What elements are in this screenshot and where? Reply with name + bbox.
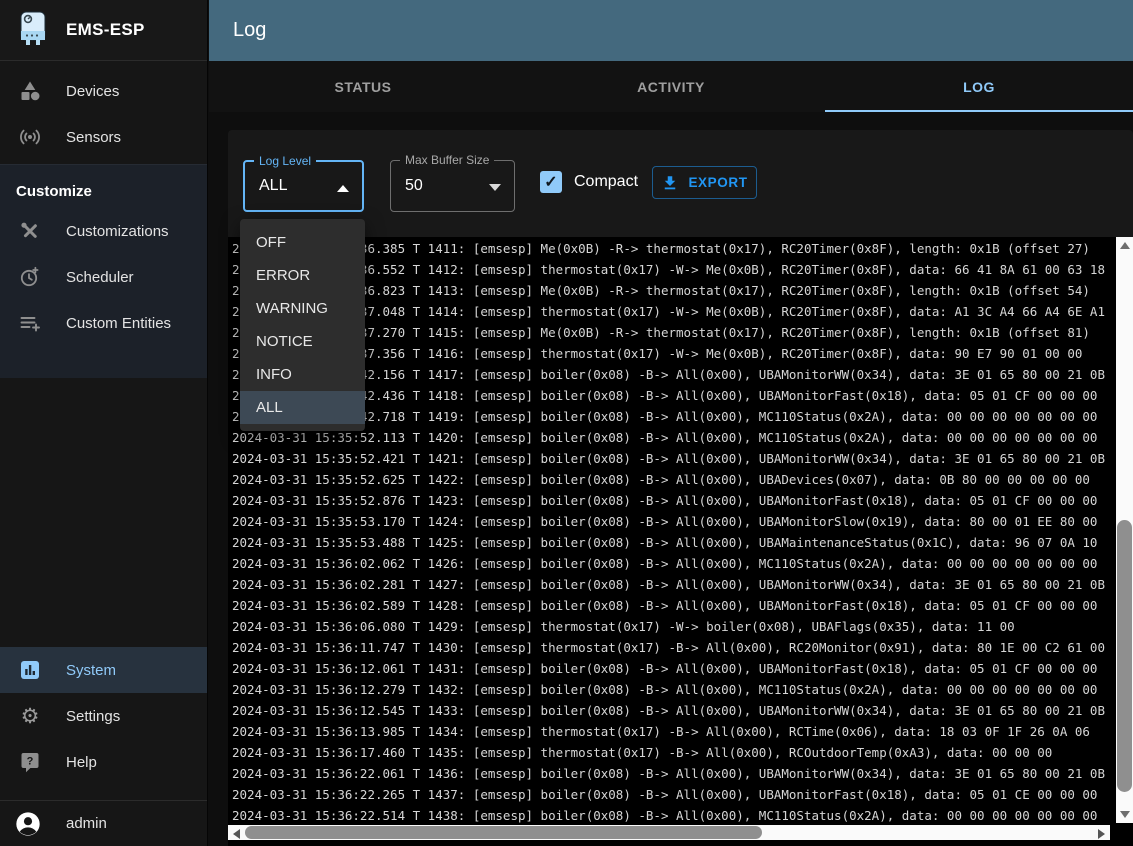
sidebar-item-system[interactable]: System [0, 647, 207, 693]
log-line: 2024-03-31 15:35:52.113 T 1420: [emsesp]… [232, 427, 1116, 448]
app-title: EMS-ESP [66, 20, 145, 40]
max-buffer-size-value: 50 [405, 161, 423, 211]
log-line: 2024-03-31 15:35:52.421 T 1421: [emsesp]… [232, 448, 1116, 469]
scroll-up-arrow[interactable] [1120, 242, 1130, 249]
scroll-down-arrow[interactable] [1120, 811, 1130, 818]
page-title: Log [233, 19, 266, 42]
sidebar-item-sensors[interactable]: Sensors [0, 114, 207, 160]
log-line: 2024-03-31 15:35:52.625 T 1422: [emsesp]… [232, 469, 1116, 490]
menu-item-warning[interactable]: WARNING [240, 292, 365, 325]
sidebar-item-custom-entities[interactable]: Custom Entities [0, 300, 207, 346]
log-line: 2024-03-31 15:36:02.281 T 1427: [emsesp]… [232, 574, 1116, 595]
gear-icon: ⚙ [18, 704, 42, 728]
menu-item-all[interactable]: ALL [240, 391, 365, 424]
chevron-down-icon [489, 184, 501, 191]
scroll-left-arrow[interactable] [233, 829, 240, 839]
vertical-scrollbar-thumb[interactable] [1117, 520, 1132, 792]
devices-icon [18, 79, 42, 103]
log-line: 2024-03-31 15:36:02.062 T 1426: [emsesp]… [232, 553, 1116, 574]
list-add-icon [18, 311, 42, 335]
max-buffer-size-select[interactable]: Max Buffer Size 50 [390, 160, 515, 212]
log-line: 2024-03-31 15:36:22.265 T 1437: [emsesp]… [232, 784, 1116, 805]
menu-item-notice[interactable]: NOTICE [240, 325, 365, 358]
boiler-logo-icon [16, 10, 50, 50]
log-line: 2024-03-31 15:35:53.170 T 1424: [emsesp]… [232, 511, 1116, 532]
username: admin [66, 815, 107, 832]
log-level-select[interactable]: Log Level ALL [243, 160, 364, 212]
sidebar-customize-section: Customize Customizations Scheduler [0, 164, 207, 378]
account-circle-icon [14, 810, 42, 838]
sidebar-item-label: Custom Entities [66, 315, 171, 332]
svg-text:?: ? [27, 756, 34, 768]
active-tab-indicator [825, 110, 1133, 112]
tab-bar: STATUS ACTIVITY LOG [209, 61, 1133, 112]
sidebar-item-label: Customizations [66, 223, 169, 240]
log-level-value: ALL [259, 162, 287, 210]
log-level-menu: OFF ERROR WARNING NOTICE INFO ALL [240, 219, 365, 431]
sensors-icon [18, 125, 42, 149]
sidebar-item-label: Scheduler [66, 269, 134, 286]
log-line: 2024-03-31 15:35:52.876 T 1423: [emsesp]… [232, 490, 1116, 511]
tools-icon [18, 219, 42, 243]
clock-plus-icon [18, 265, 42, 289]
menu-item-error[interactable]: ERROR [240, 259, 365, 292]
export-button[interactable]: EXPORT [652, 166, 757, 199]
chevron-up-icon [337, 185, 349, 192]
sidebar: EMS-ESP Devices [0, 0, 208, 846]
log-line: 2024-03-31 15:36:12.061 T 1431: [emsesp]… [232, 658, 1116, 679]
menu-item-off[interactable]: OFF [240, 226, 365, 259]
horizontal-scrollbar-thumb[interactable] [245, 826, 762, 839]
app-logo-row: EMS-ESP [0, 0, 207, 61]
sidebar-item-label: System [66, 662, 116, 679]
section-header-customize: Customize [0, 165, 207, 208]
compact-checkbox[interactable]: ✓ [540, 171, 562, 193]
sidebar-item-label: Devices [66, 83, 119, 100]
log-line: 2024-03-31 15:36:12.279 T 1432: [emsesp]… [232, 679, 1116, 700]
sidebar-item-help[interactable]: ? Help [0, 739, 207, 785]
log-line: 2024-03-31 15:36:12.545 T 1433: [emsesp]… [232, 700, 1116, 721]
log-line: 2024-03-31 15:35:53.488 T 1425: [emsesp]… [232, 532, 1116, 553]
horizontal-scrollbar[interactable] [228, 825, 1110, 840]
export-label: EXPORT [688, 175, 747, 190]
help-icon: ? [18, 750, 42, 774]
log-line: 2024-03-31 15:36:17.460 T 1435: [emsesp]… [232, 742, 1116, 763]
log-line: 2024-03-31 15:36:22.514 T 1438: [emsesp]… [232, 805, 1116, 826]
sidebar-item-customizations[interactable]: Customizations [0, 208, 207, 254]
sidebar-item-devices[interactable]: Devices [0, 68, 207, 114]
sidebar-item-label: Help [66, 754, 97, 771]
sidebar-item-label: Settings [66, 708, 120, 725]
tab-activity[interactable]: ACTIVITY [517, 61, 825, 112]
log-line: 2024-03-31 15:36:22.061 T 1436: [emsesp]… [232, 763, 1116, 784]
sidebar-item-label: Sensors [66, 129, 121, 146]
scroll-right-arrow[interactable] [1098, 829, 1105, 839]
sidebar-item-scheduler[interactable]: Scheduler [0, 254, 207, 300]
system-analytics-icon [18, 658, 42, 682]
log-line: 2024-03-31 15:36:02.589 T 1428: [emsesp]… [232, 595, 1116, 616]
log-line: 2024-03-31 15:36:13.985 T 1434: [emsesp]… [232, 721, 1116, 742]
tab-status[interactable]: STATUS [209, 61, 517, 112]
app-bar: Log [209, 0, 1133, 61]
log-line: 2024-03-31 15:36:06.080 T 1429: [emsesp]… [232, 616, 1116, 637]
user-menu[interactable]: admin [0, 800, 207, 846]
sidebar-item-settings[interactable]: ⚙ Settings [0, 693, 207, 739]
menu-item-info[interactable]: INFO [240, 358, 365, 391]
checkmark-icon: ✓ [544, 172, 557, 192]
tab-log[interactable]: LOG [825, 61, 1133, 112]
log-line: 2024-03-31 15:36:11.747 T 1430: [emsesp]… [232, 637, 1116, 658]
compact-label: Compact [574, 171, 638, 193]
download-icon [661, 174, 679, 192]
vertical-scrollbar[interactable] [1116, 237, 1133, 823]
